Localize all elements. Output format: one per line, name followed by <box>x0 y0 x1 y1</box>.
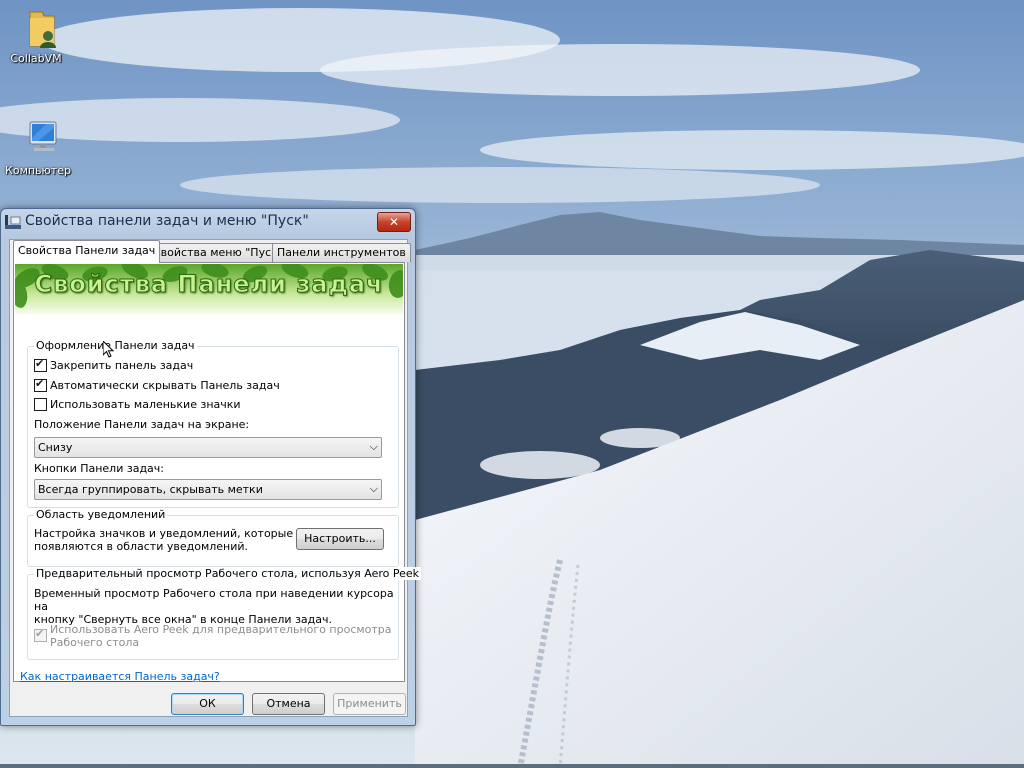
ok-button[interactable]: ОК <box>171 693 244 715</box>
autohide-taskbar-label[interactable]: Автоматически скрывать Панель задач <box>50 379 280 392</box>
taskbar-edge <box>0 764 1024 768</box>
header-banner: Свойства Панели задач <box>15 264 403 314</box>
use-aero-peek-label[interactable]: Использовать Aero Peek для предварительн… <box>50 623 392 649</box>
taskbar-app-icon <box>5 215 21 229</box>
taskbar-location-label: Положение Панели задач на экране: <box>34 418 250 431</box>
group-aero-peek: Предварительный просмотр Рабочего стола,… <box>27 567 422 660</box>
small-icons-checkbox[interactable] <box>34 398 47 411</box>
aero-peek-description-line: Временный просмотр Рабочего стола при на… <box>34 587 394 613</box>
taskbar-buttons-value: Всегда группировать, скрывать метки <box>38 483 263 496</box>
group-title: Оформление Панели задач <box>34 339 197 352</box>
group-title: Область уведомлений <box>34 508 168 521</box>
apply-button[interactable]: Применить <box>333 693 406 715</box>
use-aero-peek-checkbox[interactable] <box>34 627 47 642</box>
configure-notifications-button[interactable]: Настроить... <box>296 528 384 550</box>
chevron-down-icon: ⌵ <box>369 440 378 453</box>
chevron-down-icon: ⌵ <box>369 482 378 495</box>
tab-page-taskbar: Свойства Панели задач Оформление Панели … <box>13 262 422 682</box>
close-icon: ✕ <box>388 215 400 229</box>
desktop-icon-label: Компьютер <box>5 164 71 177</box>
notification-description: Настройка значков и уведомлений, которые… <box>34 527 293 553</box>
user-folder-icon <box>14 6 58 50</box>
taskbar-buttons-label: Кнопки Панели задач: <box>34 462 165 475</box>
dialog-client-area: Свойства Панели задач Свойства меню "Пус… <box>9 239 422 717</box>
tab-toolbars[interactable]: Панели инструментов <box>272 243 411 262</box>
use-aero-peek-label-line: Использовать Aero Peek для предварительн… <box>50 623 392 636</box>
close-button[interactable]: ✕ <box>377 212 411 232</box>
notification-description-line: появляются в области уведомлений. <box>34 540 249 553</box>
mouse-cursor-icon <box>102 339 115 359</box>
tab-strip: Свойства Панели задач Свойства меню "Пус… <box>10 240 411 264</box>
desktop-icon-collabvm[interactable]: CollabVM <box>0 6 72 65</box>
small-icons-label[interactable]: Использовать маленькие значки <box>50 398 241 411</box>
window-title: Свойства панели задач и меню "Пуск" <box>25 213 309 229</box>
tab-taskbar-properties[interactable]: Свойства Панели задач <box>13 240 161 263</box>
lock-taskbar-checkbox[interactable] <box>34 357 47 372</box>
tab-start-menu-properties[interactable]: Свойства меню "Пуск" <box>148 243 288 262</box>
taskbar-properties-window: Свойства панели задач и меню "Пуск" ✕ Св… <box>0 208 422 726</box>
lock-taskbar-label[interactable]: Закрепить панель задач <box>50 359 193 372</box>
desktop-icon-label: CollabVM <box>10 52 62 65</box>
computer-icon <box>16 118 60 162</box>
taskbar-help-link[interactable]: Как настраивается Панель задач? <box>20 670 220 683</box>
use-aero-peek-label-line: Рабочего стола <box>50 636 140 649</box>
banner-title: Свойства Панели задач <box>34 270 384 299</box>
group-notification-area: Область уведомлений Настройка значков и … <box>27 508 399 567</box>
group-title: Предварительный просмотр Рабочего стола,… <box>34 567 422 580</box>
taskbar-buttons-select[interactable]: Всегда группировать, скрывать метки ⌵ <box>34 479 382 500</box>
aero-peek-description: Временный просмотр Рабочего стола при на… <box>34 587 398 626</box>
group-taskbar-appearance: Оформление Панели задач Закрепить панель… <box>27 339 399 508</box>
desktop-icon-computer[interactable]: Компьютер <box>2 118 74 177</box>
notification-description-line: Настройка значков и уведомлений, которые <box>34 527 294 540</box>
taskbar-location-value: Снизу <box>38 441 73 454</box>
taskbar-location-select[interactable]: Снизу ⌵ <box>34 437 382 458</box>
cancel-button[interactable]: Отмена <box>252 693 325 715</box>
title-bar[interactable]: Свойства панели задач и меню "Пуск" ✕ <box>1 209 415 235</box>
autohide-taskbar-checkbox[interactable] <box>34 377 47 392</box>
